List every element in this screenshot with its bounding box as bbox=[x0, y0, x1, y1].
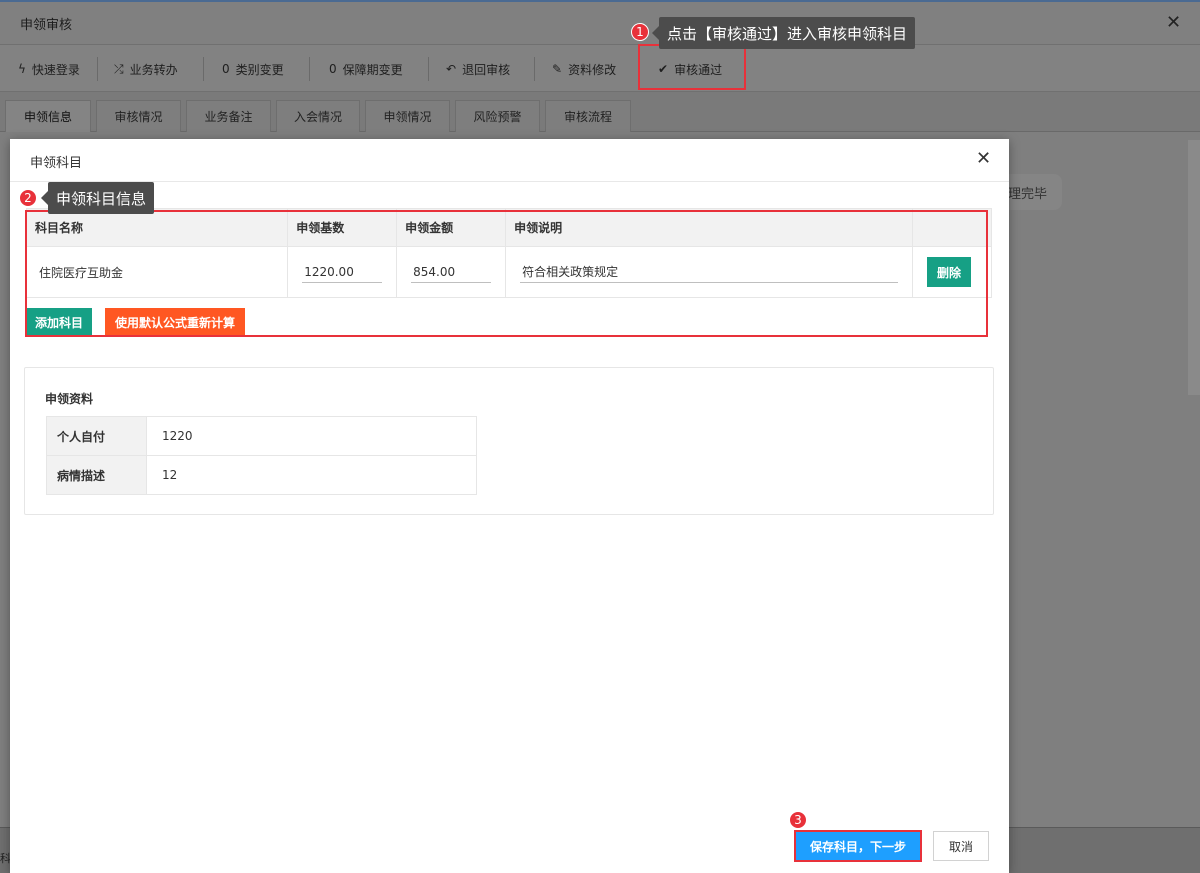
info-key: 个人自付 bbox=[46, 416, 147, 456]
check-circle-icon: ✔ bbox=[658, 62, 669, 76]
info-title: 申领资料 bbox=[45, 392, 94, 406]
info-key: 病情描述 bbox=[46, 455, 147, 495]
circle-o-icon: 0 bbox=[222, 62, 230, 76]
toolbar-divider bbox=[97, 57, 98, 81]
tab-bar: 申领信息 审核情况 业务备注 入会情况 申领情况 风险预警 审核流程 bbox=[0, 92, 1200, 132]
bolt-icon: ϟ bbox=[18, 62, 26, 76]
desc-cell bbox=[505, 246, 914, 298]
column-header: 申领说明 bbox=[505, 208, 914, 247]
amount-input[interactable] bbox=[411, 261, 492, 283]
desc-input[interactable] bbox=[520, 261, 899, 283]
add-subject-button[interactable]: 添加科目 bbox=[26, 308, 92, 336]
base-input[interactable] bbox=[302, 261, 383, 283]
edit-icon: ✎ bbox=[552, 62, 563, 76]
step-badge: 2 bbox=[19, 189, 37, 207]
tab-claim-history[interactable]: 申领情况 bbox=[365, 100, 450, 132]
claim-info-panel: 申领资料 个人自付 1220 病情描述 12 bbox=[24, 367, 994, 515]
modal-close-icon[interactable]: ✕ bbox=[976, 148, 991, 169]
quick-login-button[interactable]: ϟ 快速登录 bbox=[18, 60, 80, 78]
cancel-button[interactable]: 取消 bbox=[933, 831, 989, 861]
category-change-button[interactable]: 0 类别变更 bbox=[222, 60, 284, 78]
column-header: 申领基数 bbox=[287, 208, 398, 247]
window-close-icon[interactable]: ✕ bbox=[1166, 12, 1181, 33]
shuffle-icon: ⤮ bbox=[114, 61, 124, 76]
toolbar-divider bbox=[309, 57, 310, 81]
amount-cell bbox=[396, 246, 507, 298]
reply-icon: ↶ bbox=[446, 62, 457, 76]
subject-modal: 申领科目 ✕ 科目名称 申领基数 申领金额 申领说明 住院医疗互助金 1220.… bbox=[10, 139, 1009, 873]
table-row: 个人自付 1220 bbox=[46, 416, 477, 456]
column-header: 科目名称 bbox=[25, 208, 289, 247]
toolbar-divider bbox=[203, 57, 204, 81]
edit-info-button[interactable]: ✎ 资料修改 bbox=[552, 60, 616, 78]
column-header: 申领金额 bbox=[396, 208, 507, 247]
tab-review-status[interactable]: 审核情况 bbox=[96, 100, 181, 132]
tab-claim-info[interactable]: 申领信息 bbox=[5, 100, 91, 132]
tab-review-flow[interactable]: 审核流程 bbox=[545, 100, 631, 132]
tab-membership[interactable]: 入会情况 bbox=[276, 100, 360, 132]
base-cell bbox=[287, 246, 398, 298]
save-next-button[interactable]: 保存科目，下一步 bbox=[796, 832, 920, 860]
action-cell: 删除 bbox=[912, 246, 992, 298]
window-title: 申领审核 bbox=[20, 18, 73, 33]
step-badge: 1 bbox=[631, 23, 649, 41]
circle-o-icon: 0 bbox=[329, 62, 337, 76]
step-tooltip: 申领科目信息 bbox=[40, 182, 155, 214]
subject-table: 科目名称 申领基数 申领金额 申领说明 住院医疗互助金 删除 bbox=[25, 208, 992, 298]
window-titlebar: 申领审核 ✕ bbox=[0, 0, 1200, 44]
tab-risk-warning[interactable]: 风险预警 bbox=[455, 100, 540, 132]
column-header bbox=[912, 208, 992, 247]
return-review-button[interactable]: ↶ 退回审核 bbox=[446, 60, 510, 78]
table-row: 住院医疗互助金 删除 bbox=[25, 246, 992, 298]
table-header-row: 科目名称 申领基数 申领金额 申领说明 bbox=[25, 208, 992, 247]
modal-title: 申领科目 bbox=[30, 156, 83, 171]
approve-button[interactable]: ✔ 审核通过 bbox=[658, 60, 722, 78]
info-value: 12 bbox=[146, 455, 477, 495]
background-scrollbar[interactable] bbox=[1188, 140, 1200, 395]
table-row: 病情描述 12 bbox=[46, 455, 477, 495]
step-badge: 3 bbox=[789, 811, 807, 829]
subject-name-cell: 住院医疗互助金 bbox=[25, 246, 289, 298]
step-tooltip: 点击【审核通过】进入审核申领科目 bbox=[651, 17, 916, 49]
delete-button[interactable]: 删除 bbox=[927, 257, 972, 287]
subject-table-wrap: 科目名称 申领基数 申领金额 申领说明 住院医疗互助金 删除 bbox=[25, 208, 992, 298]
info-value: 1220 bbox=[146, 416, 477, 456]
info-table: 个人自付 1220 病情描述 12 bbox=[46, 416, 477, 495]
toolbar-divider bbox=[534, 57, 535, 81]
coverage-change-button[interactable]: 0 保障期变更 bbox=[329, 60, 403, 78]
transfer-button[interactable]: ⤮ 业务转办 bbox=[114, 60, 178, 78]
recalculate-button[interactable]: 使用默认公式重新计算 bbox=[105, 308, 245, 336]
modal-header: 申领科目 ✕ bbox=[10, 139, 1009, 182]
toolbar: ϟ 快速登录 ⤮ 业务转办 0 类别变更 0 保障期变更 ↶ 退回审核 ✎ 资料… bbox=[0, 44, 1200, 92]
toolbar-divider bbox=[428, 57, 429, 81]
tab-business-notes[interactable]: 业务备注 bbox=[186, 100, 271, 132]
